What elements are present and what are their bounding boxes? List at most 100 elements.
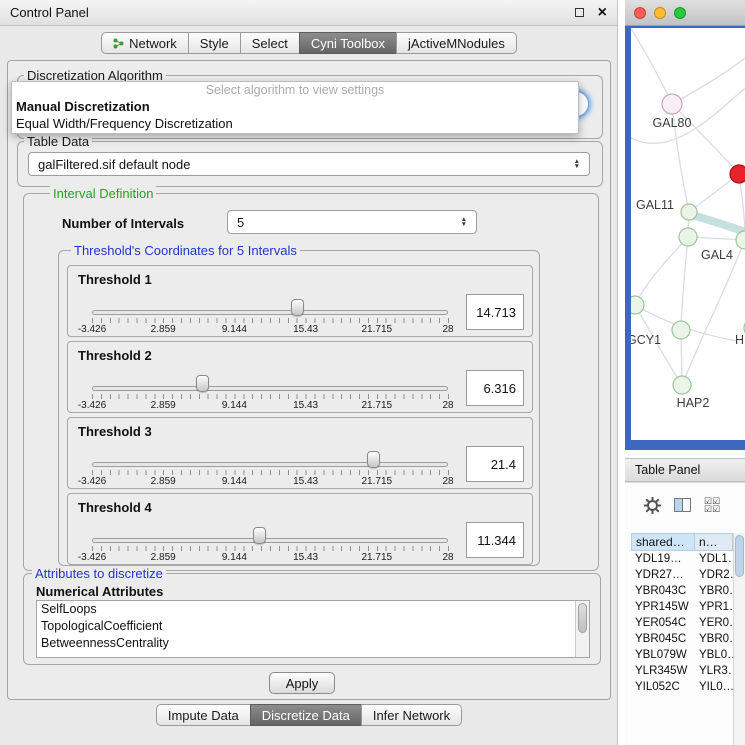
slider-scale-label: 15.43 bbox=[293, 324, 318, 335]
number-of-intervals-label: Number of Intervals bbox=[62, 216, 184, 231]
slider-scale-label: 9.144 bbox=[222, 324, 247, 335]
table-cell: YER054C bbox=[631, 615, 695, 631]
network-node[interactable] bbox=[672, 321, 690, 339]
tab-network[interactable]: Network bbox=[101, 32, 189, 54]
algorithm-options: Manual DiscretizationEqual Width/Frequen… bbox=[12, 98, 578, 132]
slider-ticks bbox=[92, 470, 449, 475]
network-edge[interactable] bbox=[635, 237, 688, 305]
slider-track[interactable] bbox=[92, 538, 448, 543]
slider-track[interactable] bbox=[92, 386, 448, 391]
table-cell: YPR145W bbox=[631, 599, 695, 615]
algorithm-option-manual-discretization[interactable]: Manual Discretization bbox=[12, 98, 578, 115]
threshold-value-field[interactable]: 21.4 bbox=[466, 446, 524, 482]
slider-scale-label: 21.715 bbox=[362, 400, 393, 411]
slider-scale-label: 15.43 bbox=[293, 552, 318, 563]
network-icon bbox=[113, 38, 124, 49]
group-title-table-data: Table Data bbox=[24, 134, 92, 149]
threshold-value-field[interactable]: 14.713 bbox=[466, 294, 524, 330]
table-row[interactable]: YIL052CYIL0… bbox=[631, 679, 733, 695]
network-canvas[interactable]: GAL80GAL11GAL4GCY1HAP2H bbox=[631, 28, 745, 440]
attributes-group: Attributes to discretize Numerical Attri… bbox=[23, 573, 601, 665]
slider-thumb[interactable] bbox=[291, 299, 304, 316]
network-node-gal80[interactable] bbox=[662, 94, 682, 114]
network-node[interactable] bbox=[736, 231, 745, 249]
network-edge[interactable] bbox=[681, 237, 688, 330]
number-of-intervals-spinner[interactable]: 5 ▲▼ bbox=[227, 210, 477, 234]
network-view-frame: GAL80GAL11GAL4GCY1HAP2H bbox=[625, 26, 745, 450]
table-row[interactable]: YER054CYER0… bbox=[631, 615, 733, 631]
close-window-icon[interactable]: × bbox=[598, 6, 607, 20]
slider-scale-label: 21.715 bbox=[362, 476, 393, 487]
attribute-item[interactable]: SelfLoops bbox=[37, 601, 589, 618]
show-columns-icon[interactable] bbox=[674, 498, 691, 512]
zoom-button[interactable] bbox=[674, 7, 686, 19]
combobox-stepper-icon[interactable]: ▲▼ bbox=[574, 159, 580, 170]
scrollbar-thumb[interactable] bbox=[735, 535, 744, 577]
table-cell: YLR3… bbox=[695, 663, 733, 679]
slider-thumb[interactable] bbox=[253, 527, 266, 544]
tab-cyni-toolbox[interactable]: Cyni Toolbox bbox=[299, 32, 397, 54]
table-row[interactable]: YDR27…YDR2… bbox=[631, 567, 733, 583]
slider-track[interactable] bbox=[92, 310, 448, 315]
slider-scale-label: 15.43 bbox=[293, 400, 318, 411]
minimize-button[interactable] bbox=[654, 7, 666, 19]
network-node-hap2[interactable] bbox=[673, 376, 691, 394]
tab-label: jActiveMNodules bbox=[408, 36, 505, 51]
attributes-scrollbar[interactable] bbox=[575, 601, 589, 657]
network-edge[interactable] bbox=[631, 28, 672, 104]
slider-scale-label: 2.859 bbox=[151, 324, 176, 335]
settings-gear-icon[interactable] bbox=[644, 497, 661, 514]
network-node-gal4[interactable] bbox=[679, 228, 697, 246]
attribute-item[interactable]: TopologicalCoefficient bbox=[37, 618, 589, 635]
table-panel-title: Table Panel bbox=[635, 463, 700, 477]
apply-button[interactable]: Apply bbox=[269, 672, 335, 694]
network-node-gal11[interactable] bbox=[681, 204, 697, 220]
table-row[interactable]: YBR045CYBR0… bbox=[631, 631, 733, 647]
node-label: H bbox=[735, 333, 744, 347]
node-label: GAL4 bbox=[701, 248, 733, 262]
algorithm-option-equal-width-frequency-discretization[interactable]: Equal Width/Frequency Discretization bbox=[12, 115, 578, 132]
node-label: GCY1 bbox=[631, 333, 661, 347]
tab-style[interactable]: Style bbox=[188, 32, 241, 54]
table-scrollbar[interactable] bbox=[733, 533, 745, 745]
network-node[interactable] bbox=[730, 165, 745, 183]
numerical-attributes-label: Numerical Attributes bbox=[36, 584, 163, 599]
table-data-combobox[interactable]: galFiltered.sif default node ▲▼ bbox=[28, 152, 590, 176]
slider-track[interactable] bbox=[92, 462, 448, 467]
slider-thumb[interactable] bbox=[367, 451, 380, 468]
table-cell: YDR2… bbox=[695, 567, 733, 583]
table-header-row: shared…n… bbox=[631, 533, 733, 551]
tab-jactivemnodules[interactable]: jActiveMNodules bbox=[396, 32, 517, 54]
algorithm-dropdown-list: Select algorithm to view settings Manual… bbox=[11, 81, 579, 134]
control-panel-tabs: NetworkStyleSelectCyni Toolbox jActiveMNo… bbox=[0, 32, 618, 54]
column-header-shared[interactable]: shared… bbox=[631, 533, 695, 551]
close-button[interactable] bbox=[634, 7, 646, 19]
table-row[interactable]: YBL079WYBL0… bbox=[631, 647, 733, 663]
network-edge[interactable] bbox=[672, 104, 739, 174]
table-row[interactable]: YPR145WYPR1… bbox=[631, 599, 733, 615]
bottom-tab-impute-data[interactable]: Impute Data bbox=[156, 704, 251, 726]
bottom-tab-discretize-data[interactable]: Discretize Data bbox=[250, 704, 362, 726]
threshold-value-field[interactable]: 6.316 bbox=[466, 370, 524, 406]
table-row[interactable]: YBR043CYBR0… bbox=[631, 583, 733, 599]
group-title-thresholds: Threshold's Coordinates for 5 Intervals bbox=[71, 243, 300, 258]
threshold-value-field[interactable]: 11.344 bbox=[466, 522, 524, 558]
threshold-panel: Threshold 4-3.4262.8599.14415.4321.71528… bbox=[67, 493, 533, 565]
slider-thumb[interactable] bbox=[196, 375, 209, 392]
row-selection-icon[interactable]: ☑☑☑☑ bbox=[704, 497, 720, 514]
table-row[interactable]: YDL19…YDL1… bbox=[631, 551, 733, 567]
bottom-tabs: Impute DataDiscretize DataInfer Network bbox=[0, 704, 618, 726]
bottom-tab-infer-network[interactable]: Infer Network bbox=[361, 704, 462, 726]
tab-select[interactable]: Select bbox=[240, 32, 300, 54]
attributes-list: SelfLoopsTopologicalCoefficientBetweenne… bbox=[36, 600, 590, 658]
column-header-n[interactable]: n… bbox=[695, 533, 733, 551]
scrollbar-thumb[interactable] bbox=[578, 603, 587, 633]
network-node-gcy1[interactable] bbox=[631, 296, 644, 314]
screenshot-root: Control Panel × NetworkStyleSelectCyni T… bbox=[0, 0, 745, 745]
attribute-item[interactable]: BetweennessCentrality bbox=[37, 635, 589, 652]
table-row[interactable]: YLR345WYLR3… bbox=[631, 663, 733, 679]
network-edge[interactable] bbox=[689, 214, 745, 232]
float-window-icon[interactable] bbox=[575, 8, 584, 17]
slider-scale-label: 15.43 bbox=[293, 476, 318, 487]
spinner-stepper-icon[interactable]: ▲▼ bbox=[461, 217, 467, 228]
